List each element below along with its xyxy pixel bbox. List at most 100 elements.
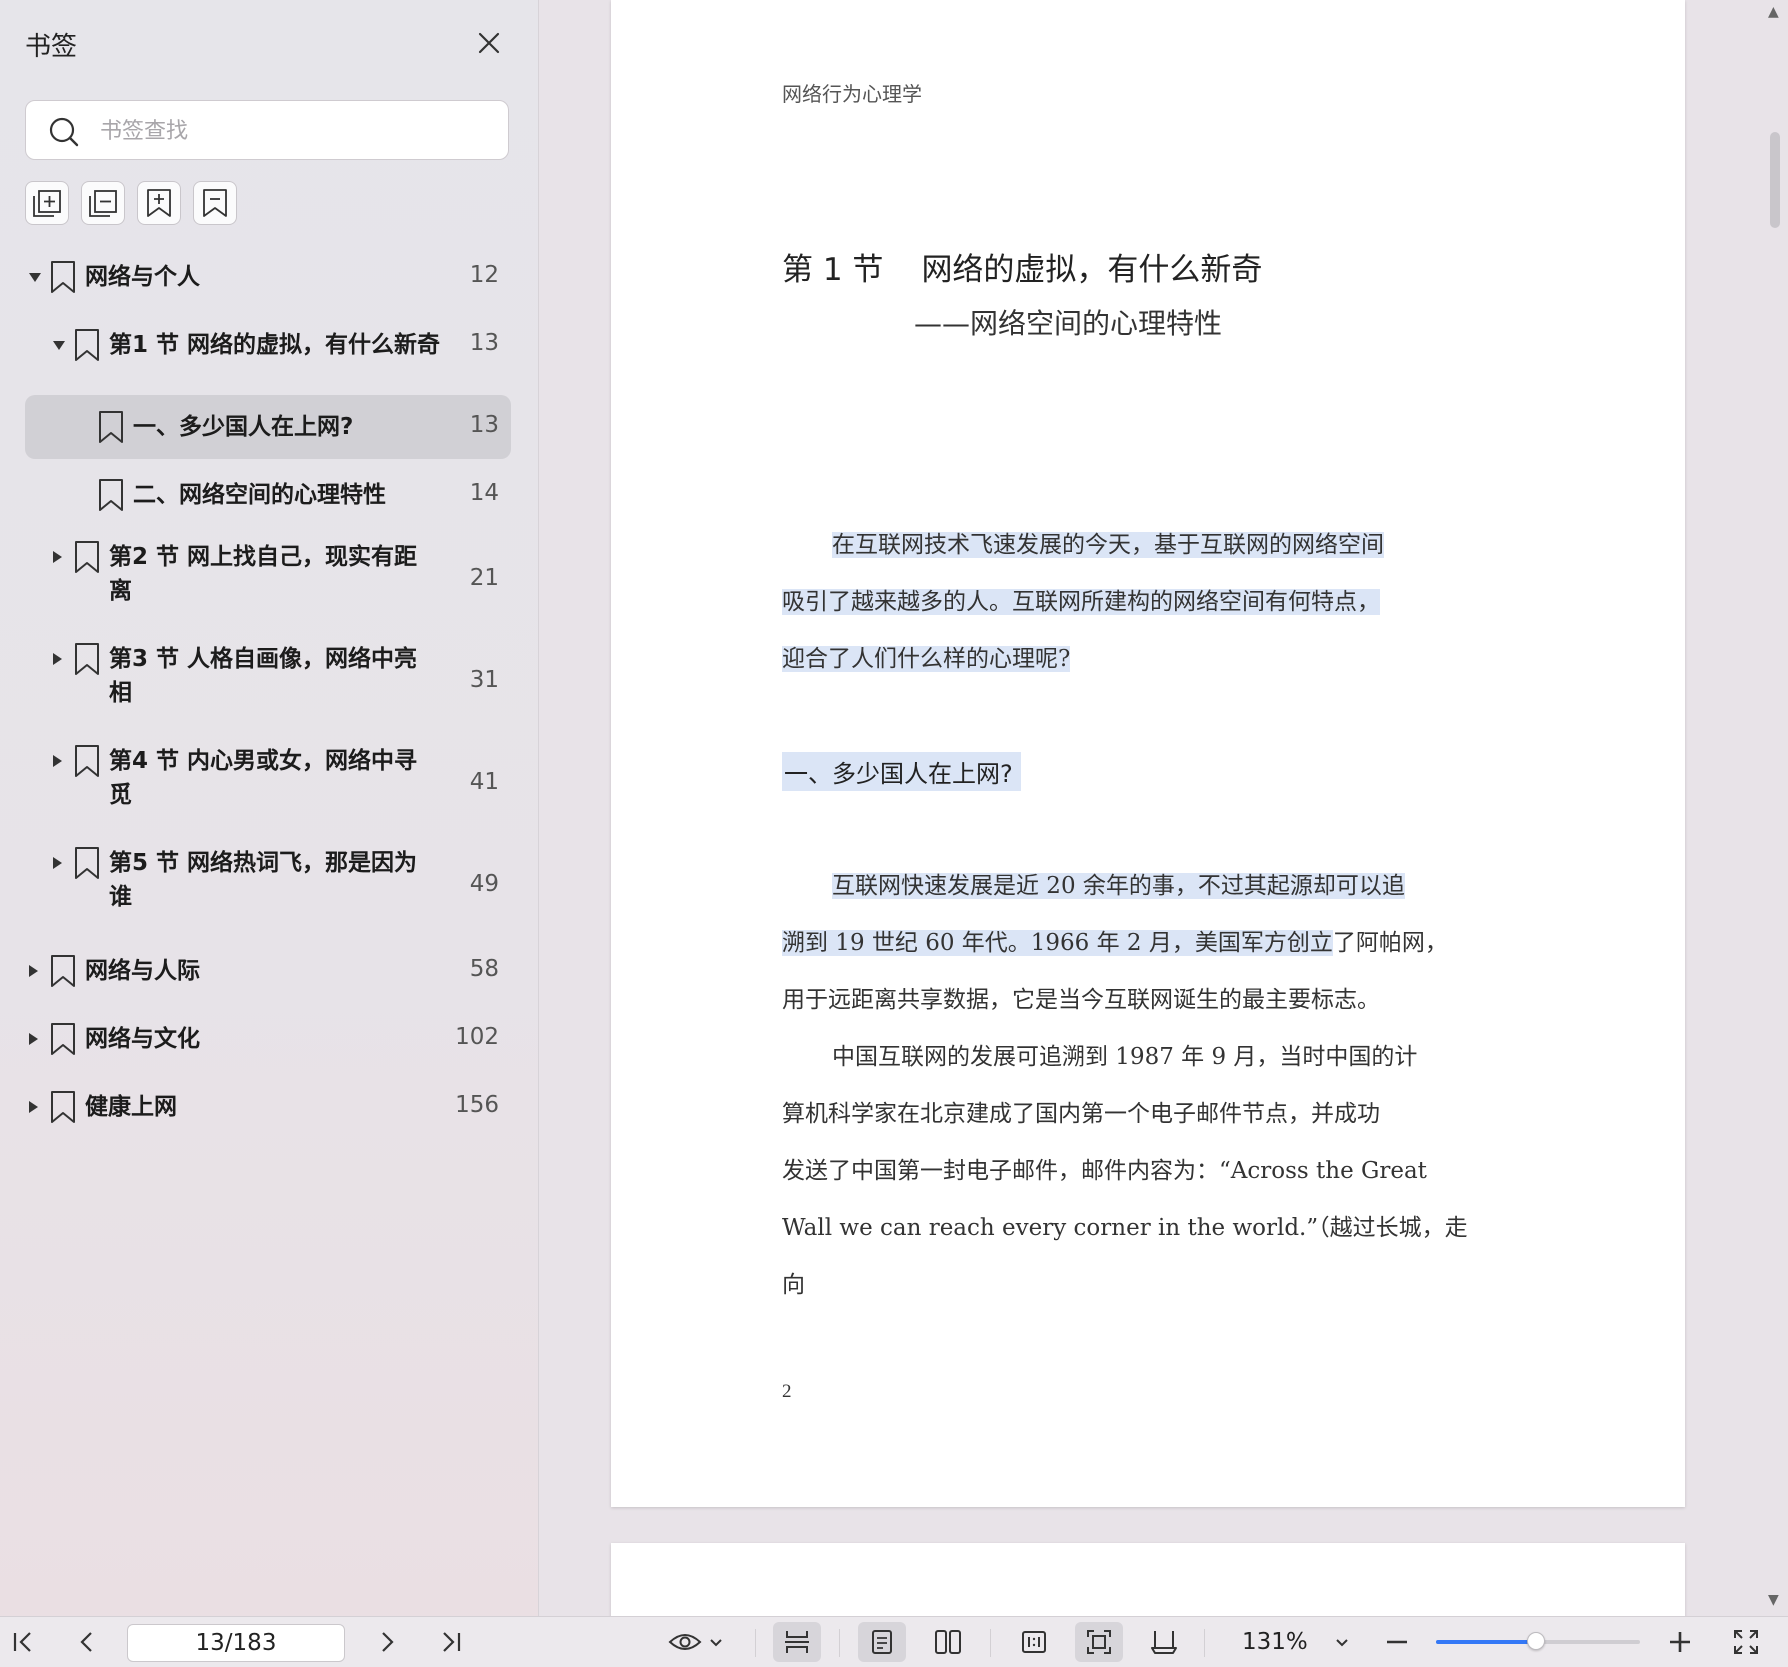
fit-page-icon[interactable] — [1075, 1622, 1123, 1662]
chevron-down-icon — [710, 1639, 722, 1647]
body-line: 中国互联网的发展可追溯到 1987 年 9 月，当时中国的计 — [832, 1044, 1418, 1070]
next-page[interactable] — [611, 1543, 1685, 1616]
two-page-icon[interactable] — [924, 1617, 972, 1667]
last-page-icon[interactable] — [434, 1617, 468, 1667]
bookmark-label: 二、网络空间的心理特性 — [133, 482, 386, 508]
bookmark-label-line: 第5 节 网络热词飞，那是因为 — [109, 850, 418, 876]
bookmark-icon — [75, 329, 99, 361]
caret-right-icon[interactable] — [53, 551, 62, 563]
zoom-dropdown-icon[interactable] — [1328, 1617, 1356, 1667]
bookmark-icon — [51, 1091, 75, 1123]
bookmark-page-number: 41 — [469, 769, 499, 795]
body-paragraph[interactable]: 互联网快速发展是近 20 余年的事，不过其起源却可以追 溯到 19 世纪 60 … — [782, 858, 1472, 1314]
section-heading: 一、多少国人在上网? — [782, 752, 1021, 791]
body-line: Wall we can reach every corner in the wo… — [782, 1215, 1468, 1298]
chapter-subtitle: ——网络空间的心理特性 — [914, 307, 1223, 340]
bookmark-label-line: 第4 节 内心男或女，网络中寻 — [109, 748, 418, 774]
search-input[interactable] — [98, 113, 492, 149]
bookmark-item[interactable]: 第2 节 网上找自己，现实有距离 21 — [25, 529, 511, 631]
bookmark-label: 网络与个人 — [85, 264, 200, 290]
body-line: 发送了中国第一封电子邮件，邮件内容为：“Across the Great — [782, 1158, 1427, 1184]
bookmark-icon — [75, 745, 99, 777]
bookmark-page-number: 102 — [455, 1024, 499, 1050]
continuous-scroll-icon[interactable] — [773, 1622, 821, 1662]
bookmark-page-number: 14 — [469, 480, 499, 506]
close-icon[interactable] — [472, 26, 506, 60]
body-line: 算机科学家在北京建成了国内第一个电子邮件节点，并成功 — [782, 1101, 1380, 1127]
collapse-all-icon[interactable] — [81, 181, 125, 225]
bookmark-item[interactable]: 二、网络空间的心理特性 14 — [25, 461, 511, 529]
intro-line: 迎合了人们什么样的心理呢? — [782, 646, 1071, 672]
bookmark-icon — [51, 1023, 75, 1055]
bottom-toolbar: 13/183 131% — [0, 1616, 1788, 1667]
document-page[interactable]: 网络行为心理学 第 1 节 网络的虚拟，有什么新奇 ——网络空间的心理特性 在互联… — [611, 0, 1685, 1507]
intro-line: 在互联网技术飞速发展的今天，基于互联网的网络空间 — [832, 532, 1384, 558]
actual-size-icon[interactable] — [1010, 1617, 1058, 1667]
body-line: 用于远距离共享数据，它是当今互联网诞生的最主要标志。 — [782, 987, 1380, 1013]
scroll-up-icon[interactable]: ▲ — [1768, 4, 1779, 20]
fullscreen-icon[interactable] — [1728, 1617, 1764, 1667]
zoom-in-icon[interactable] — [1663, 1617, 1697, 1667]
divider — [755, 1629, 756, 1657]
bookmark-item[interactable]: 第3 节 人格自画像，网络中亮相 31 — [25, 631, 511, 733]
page-number: 2 — [782, 1381, 792, 1402]
bookmark-label-line: 谁 — [109, 884, 132, 910]
prev-page-icon[interactable] — [70, 1617, 104, 1667]
vertical-scrollbar[interactable]: ▲ ▼ — [1758, 0, 1788, 1616]
expand-all-icon[interactable] — [25, 181, 69, 225]
scroll-down-icon[interactable]: ▼ — [1768, 1592, 1779, 1608]
caret-down-icon[interactable] — [53, 341, 65, 350]
bookmark-item[interactable]: 第5 节 网络热词飞，那是因为谁 49 — [25, 835, 511, 937]
bookmark-item[interactable]: 网络与人际 58 — [25, 937, 511, 1005]
bookmark-label-line: 离 — [109, 578, 132, 604]
bookmark-label-line: 第3 节 人格自画像，网络中亮 — [109, 646, 418, 672]
bookmark-icon — [75, 541, 99, 573]
divider — [839, 1629, 840, 1657]
scrollbar-thumb[interactable] — [1770, 132, 1780, 228]
caret-right-icon[interactable] — [53, 857, 62, 869]
chapter-title: 网络的虚拟，有什么新奇 — [921, 252, 1263, 288]
body-line: 互联网快速发展是近 20 余年的事，不过其起源却可以追 — [832, 873, 1405, 899]
bookmark-label: 健康上网 — [85, 1094, 177, 1120]
zoom-out-icon[interactable] — [1380, 1617, 1414, 1667]
intro-paragraph[interactable]: 在互联网技术飞速发展的今天，基于互联网的网络空间 吸引了越来越多的人。互联网所建… — [782, 517, 1472, 688]
bookmark-page-number: 49 — [469, 871, 499, 897]
caret-down-icon[interactable] — [29, 273, 41, 282]
document-view[interactable]: 网络行为心理学 第 1 节 网络的虚拟，有什么新奇 ——网络空间的心理特性 在互联… — [539, 0, 1788, 1616]
caret-right-icon[interactable] — [29, 1033, 38, 1045]
bookmark-item[interactable]: 第1 节 网络的虚拟，有什么新奇 13 — [25, 311, 511, 379]
caret-right-icon[interactable] — [29, 1101, 38, 1113]
zoom-slider[interactable] — [1436, 1632, 1640, 1650]
bookmark-item[interactable]: 网络与文化 102 — [25, 1005, 511, 1073]
bookmark-item[interactable]: 健康上网 156 — [25, 1073, 511, 1141]
bookmark-page-number: 58 — [469, 956, 499, 982]
bookmark-item[interactable]: 网络与个人 12 — [25, 243, 511, 311]
bookmark-label: 第2 节 网上找自己，现实有距离 — [109, 540, 417, 608]
bookmark-page-number: 12 — [469, 262, 499, 288]
bookmark-search[interactable] — [25, 100, 509, 160]
bookmark-item[interactable]: 一、多少国人在上网? 13 — [25, 395, 511, 459]
bookmark-page-number: 21 — [469, 565, 499, 591]
bookmark-label: 网络与文化 — [85, 1026, 200, 1052]
caret-right-icon[interactable] — [53, 755, 62, 767]
single-page-icon[interactable] — [858, 1622, 906, 1662]
add-bookmark-icon[interactable] — [137, 181, 181, 225]
bookmark-sidebar: 书签 网络与个人 12 第1 节 网络的虚拟，有什么新奇 13 一、多少国人在上网? 13… — [0, 0, 539, 1616]
bookmark-icon — [75, 847, 99, 879]
delete-bookmark-icon[interactable] — [193, 181, 237, 225]
bookmark-label: 第3 节 人格自画像，网络中亮相 — [109, 642, 417, 710]
view-mode-dropdown[interactable] — [664, 1617, 728, 1667]
bookmark-label: 第4 节 内心男或女，网络中寻觅 — [109, 744, 417, 812]
first-page-icon[interactable] — [6, 1617, 40, 1667]
divider — [1204, 1629, 1205, 1657]
bookmark-label: 网络与人际 — [85, 958, 200, 984]
page-input[interactable]: 13/183 — [127, 1624, 345, 1662]
bookmark-item[interactable]: 第4 节 内心男或女，网络中寻觅 41 — [25, 733, 511, 835]
next-page-icon[interactable] — [370, 1617, 404, 1667]
zoom-slider-knob[interactable] — [1526, 1632, 1545, 1650]
caret-right-icon[interactable] — [29, 965, 38, 977]
caret-right-icon[interactable] — [53, 653, 62, 665]
zoom-level[interactable]: 131% — [1242, 1617, 1308, 1667]
bookmark-label: 第1 节 网络的虚拟，有什么新奇 — [109, 332, 441, 358]
fit-width-icon[interactable] — [1140, 1617, 1188, 1667]
